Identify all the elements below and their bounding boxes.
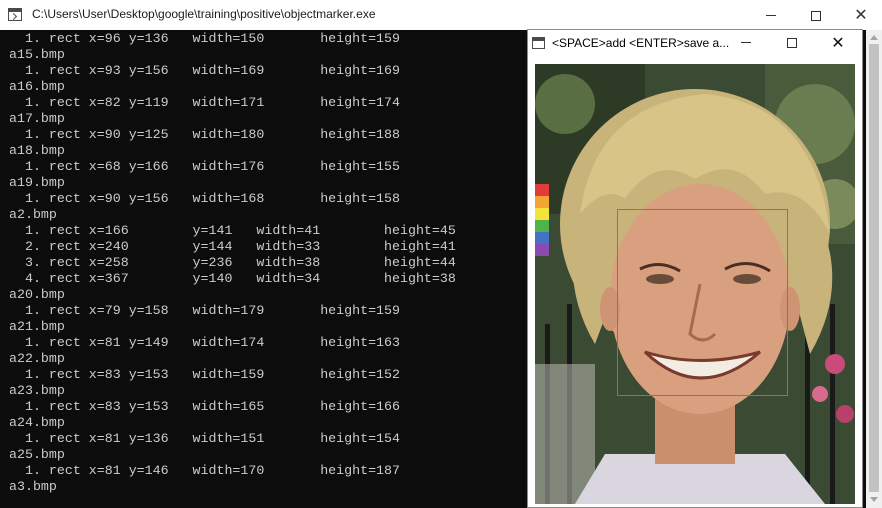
console-line: a18.bmp — [9, 143, 65, 158]
console-line: a2.bmp — [9, 207, 57, 222]
console-line: 1. rect x=90 y=125 width=180 height=188 — [9, 127, 400, 142]
console-line: a15.bmp — [9, 47, 65, 62]
console-line: a21.bmp — [9, 319, 65, 334]
console-lines: 1. rect x=96 y=136 width=150 height=159 … — [9, 31, 456, 495]
console-scrollbar[interactable] — [866, 30, 882, 508]
console-line: 1. rect x=79 y=158 width=179 height=159 — [9, 303, 400, 318]
scroll-up-arrow-icon[interactable] — [870, 35, 878, 40]
console-line: a23.bmp — [9, 383, 65, 398]
console-line: a16.bmp — [9, 79, 65, 94]
image-viewer-window: <SPACE>add <ENTER>save a... ✕ — [527, 29, 863, 508]
console-line: 1. rect x=90 y=156 width=168 height=158 — [9, 191, 400, 206]
minimize-icon — [766, 15, 776, 17]
maximize-icon — [811, 10, 821, 21]
scrollbar-thumb[interactable] — [869, 44, 879, 492]
console-line: a20.bmp — [9, 287, 65, 302]
console-line: a22.bmp — [9, 351, 65, 366]
console-line: 3. rect x=258 y=236 width=38 height=44 — [9, 255, 456, 270]
console-line: 1. rect x=83 y=153 width=165 height=166 — [9, 399, 400, 414]
viewer-close-button[interactable]: ✕ — [816, 30, 860, 56]
viewer-titlebar[interactable]: <SPACE>add <ENTER>save a... ✕ — [528, 30, 862, 56]
console-line: 1. rect x=68 y=166 width=176 height=155 — [9, 159, 400, 174]
maximize-icon — [787, 37, 797, 48]
console-line: 2. rect x=240 y=144 width=33 height=41 — [9, 239, 456, 254]
console-titlebar[interactable]: C:\Users\User\Desktop\google\training\po… — [0, 0, 882, 30]
console-title: C:\Users\User\Desktop\google\training\po… — [32, 7, 376, 21]
viewer-minimize-button[interactable] — [724, 30, 768, 56]
close-icon: ✕ — [831, 33, 845, 52]
console-line: a25.bmp — [9, 447, 65, 462]
close-icon: ✕ — [854, 5, 868, 24]
console-app-icon — [8, 8, 22, 21]
console-maximize-button[interactable] — [793, 0, 839, 30]
console-line: 1. rect x=93 y=156 width=169 height=169 — [9, 63, 400, 78]
console-line: 1. rect x=83 y=153 width=159 height=152 — [9, 367, 400, 382]
viewer-title: <SPACE>add <ENTER>save a... — [552, 36, 730, 50]
console-line: 1. rect x=81 y=146 width=170 height=187 — [9, 463, 400, 478]
image-canvas[interactable] — [535, 64, 855, 504]
console-minimize-button[interactable] — [748, 0, 794, 30]
console-line: 1. rect x=81 y=149 width=174 height=163 — [9, 335, 400, 350]
viewer-maximize-button[interactable] — [770, 30, 814, 56]
minimize-icon — [741, 42, 751, 44]
console-line: a17.bmp — [9, 111, 65, 126]
console-line: a19.bmp — [9, 175, 65, 190]
console-line: 1. rect x=96 y=136 width=150 height=159 — [9, 31, 400, 46]
console-line: 1. rect x=166 y=141 width=41 height=45 — [9, 223, 456, 238]
face-marker-rectangle[interactable] — [617, 209, 788, 396]
console-line: 1. rect x=81 y=136 width=151 height=154 — [9, 431, 400, 446]
console-line: 1. rect x=82 y=119 width=171 height=174 — [9, 95, 400, 110]
scroll-down-arrow-icon[interactable] — [870, 497, 878, 502]
console-line: a24.bmp — [9, 415, 65, 430]
console-close-button[interactable]: ✕ — [838, 0, 882, 30]
viewer-app-icon — [532, 37, 545, 49]
console-line: a3.bmp — [9, 479, 57, 494]
console-line: 4. rect x=367 y=140 width=34 height=38 — [9, 271, 456, 286]
